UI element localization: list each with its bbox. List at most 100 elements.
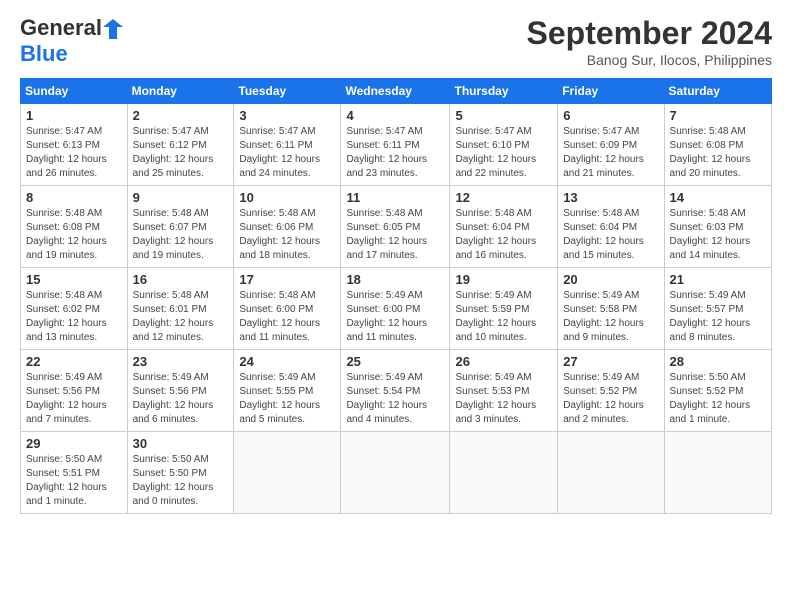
calendar-cell-5: 5 Sunrise: 5:47 AMSunset: 6:10 PMDaylight… [450, 104, 558, 186]
calendar-cell: 21 Sunrise: 5:49 AMSunset: 5:57 PMDayligh… [664, 268, 771, 350]
day-info: Sunrise: 5:48 AMSunset: 6:04 PMDaylight:… [563, 208, 644, 261]
day-number: 18 [346, 272, 444, 287]
day-info: Sunrise: 5:48 AMSunset: 6:06 PMDaylight:… [239, 208, 320, 261]
calendar-cell-4: 4 Sunrise: 5:47 AMSunset: 6:11 PMDaylight… [341, 104, 450, 186]
calendar-row-1: 1Sunrise: 5:47 AMSunset: 6:13 PMDaylight… [21, 104, 772, 186]
calendar-body: 1Sunrise: 5:47 AMSunset: 6:13 PMDaylight… [21, 104, 772, 514]
calendar-cell: 14Sunrise: 5:48 AMSunset: 6:03 PMDayligh… [664, 186, 771, 268]
calendar-cell: 27 Sunrise: 5:49 AMSunset: 5:52 PMDayligh… [558, 350, 664, 432]
day-info: Sunrise: 5:48 AMSunset: 6:08 PMDaylight:… [26, 208, 107, 261]
col-saturday: Saturday [664, 79, 771, 104]
calendar-cell [558, 432, 664, 514]
day-info: Sunrise: 5:48 AMSunset: 6:08 PMDaylight:… [670, 126, 751, 179]
col-sunday: Sunday [21, 79, 128, 104]
calendar-cell [664, 432, 771, 514]
calendar-cell: 24 Sunrise: 5:49 AMSunset: 5:55 PMDayligh… [234, 350, 341, 432]
calendar-cell-1: 1Sunrise: 5:47 AMSunset: 6:13 PMDaylight… [21, 104, 128, 186]
calendar-cell [234, 432, 341, 514]
calendar-cell: 8Sunrise: 5:48 AMSunset: 6:08 PMDaylight… [21, 186, 128, 268]
calendar-cell: 10 Sunrise: 5:48 AMSunset: 6:06 PMDayligh… [234, 186, 341, 268]
col-monday: Monday [127, 79, 234, 104]
day-info: Sunrise: 5:47 AMSunset: 6:10 PMDaylight:… [455, 126, 536, 179]
calendar-cell: 17 Sunrise: 5:48 AMSunset: 6:00 PMDayligh… [234, 268, 341, 350]
day-number: 9 [133, 190, 229, 205]
day-number: 22 [26, 354, 122, 369]
calendar-header-row: Sunday Monday Tuesday Wednesday Thursday… [21, 79, 772, 104]
calendar-cell-7: 7 Sunrise: 5:48 AMSunset: 6:08 PMDaylight… [664, 104, 771, 186]
col-thursday: Thursday [450, 79, 558, 104]
title-section: September 2024 Banog Sur, Ilocos, Philip… [527, 15, 772, 68]
calendar-cell: 26Sunrise: 5:49 AMSunset: 5:53 PMDayligh… [450, 350, 558, 432]
calendar-cell: 29Sunrise: 5:50 AMSunset: 5:51 PMDayligh… [21, 432, 128, 514]
day-info: Sunrise: 5:48 AMSunset: 6:00 PMDaylight:… [239, 290, 320, 343]
calendar-cell: 19 Sunrise: 5:49 AMSunset: 5:59 PMDayligh… [450, 268, 558, 350]
logo-bird-icon [103, 17, 123, 41]
day-number: 6 [563, 108, 658, 123]
calendar-cell: 25 Sunrise: 5:49 AMSunset: 5:54 PMDayligh… [341, 350, 450, 432]
calendar-cell: 20Sunrise: 5:49 AMSunset: 5:58 PMDayligh… [558, 268, 664, 350]
day-number: 17 [239, 272, 335, 287]
calendar-cell: 22 Sunrise: 5:49 AMSunset: 5:56 PMDayligh… [21, 350, 128, 432]
day-number: 28 [670, 354, 766, 369]
logo: General Blue [20, 15, 124, 66]
day-info: Sunrise: 5:49 AMSunset: 5:59 PMDaylight:… [455, 290, 536, 343]
day-number: 5 [455, 108, 552, 123]
day-info: Sunrise: 5:49 AMSunset: 5:54 PMDaylight:… [346, 372, 427, 425]
day-number: 24 [239, 354, 335, 369]
day-info: Sunrise: 5:49 AMSunset: 5:56 PMDaylight:… [26, 372, 107, 425]
day-number: 14 [670, 190, 766, 205]
calendar-table: Sunday Monday Tuesday Wednesday Thursday… [20, 78, 772, 514]
calendar-cell: 9 Sunrise: 5:48 AMSunset: 6:07 PMDaylight… [127, 186, 234, 268]
day-info: Sunrise: 5:49 AMSunset: 6:00 PMDaylight:… [346, 290, 427, 343]
calendar-cell: 30Sunrise: 5:50 AMSunset: 5:50 PMDayligh… [127, 432, 234, 514]
day-info: Sunrise: 5:47 AMSunset: 6:09 PMDaylight:… [563, 126, 644, 179]
day-number: 27 [563, 354, 658, 369]
day-info: Sunrise: 5:48 AMSunset: 6:07 PMDaylight:… [133, 208, 214, 261]
day-number: 13 [563, 190, 658, 205]
calendar-row-2: 8Sunrise: 5:48 AMSunset: 6:08 PMDaylight… [21, 186, 772, 268]
day-info: Sunrise: 5:49 AMSunset: 5:57 PMDaylight:… [670, 290, 751, 343]
day-info: Sunrise: 5:50 AMSunset: 5:50 PMDaylight:… [133, 454, 214, 507]
calendar-cell: 23Sunrise: 5:49 AMSunset: 5:56 PMDayligh… [127, 350, 234, 432]
day-number: 15 [26, 272, 122, 287]
day-info: Sunrise: 5:47 AMSunset: 6:11 PMDaylight:… [346, 126, 427, 179]
calendar-row-4: 22 Sunrise: 5:49 AMSunset: 5:56 PMDayligh… [21, 350, 772, 432]
day-info: Sunrise: 5:48 AMSunset: 6:01 PMDaylight:… [133, 290, 214, 343]
day-number: 29 [26, 436, 122, 451]
day-info: Sunrise: 5:48 AMSunset: 6:04 PMDaylight:… [455, 208, 536, 261]
calendar-row-5: 29Sunrise: 5:50 AMSunset: 5:51 PMDayligh… [21, 432, 772, 514]
day-number: 19 [455, 272, 552, 287]
day-info: Sunrise: 5:49 AMSunset: 5:53 PMDaylight:… [455, 372, 536, 425]
header: General Blue September 2024 Banog Sur, I… [20, 15, 772, 68]
calendar-cell: 18 Sunrise: 5:49 AMSunset: 6:00 PMDayligh… [341, 268, 450, 350]
day-info: Sunrise: 5:47 AMSunset: 6:11 PMDaylight:… [239, 126, 320, 179]
day-info: Sunrise: 5:49 AMSunset: 5:56 PMDaylight:… [133, 372, 214, 425]
day-number: 25 [346, 354, 444, 369]
day-info: Sunrise: 5:48 AMSunset: 6:02 PMDaylight:… [26, 290, 107, 343]
day-info: Sunrise: 5:48 AMSunset: 6:05 PMDaylight:… [346, 208, 427, 261]
day-number: 3 [239, 108, 335, 123]
day-number: 10 [239, 190, 335, 205]
calendar-cell: 28 Sunrise: 5:50 AMSunset: 5:52 PMDayligh… [664, 350, 771, 432]
day-number: 21 [670, 272, 766, 287]
calendar-cell: 16Sunrise: 5:48 AMSunset: 6:01 PMDayligh… [127, 268, 234, 350]
day-info: Sunrise: 5:49 AMSunset: 5:58 PMDaylight:… [563, 290, 644, 343]
calendar-cell: 12Sunrise: 5:48 AMSunset: 6:04 PMDayligh… [450, 186, 558, 268]
day-number: 2 [133, 108, 229, 123]
day-info: Sunrise: 5:49 AMSunset: 5:55 PMDaylight:… [239, 372, 320, 425]
day-number: 7 [670, 108, 766, 123]
page: General Blue September 2024 Banog Sur, I… [0, 0, 792, 612]
calendar-row-3: 15 Sunrise: 5:48 AMSunset: 6:02 PMDayligh… [21, 268, 772, 350]
day-info: Sunrise: 5:47 AMSunset: 6:12 PMDaylight:… [133, 126, 214, 179]
day-number: 11 [346, 190, 444, 205]
col-friday: Friday [558, 79, 664, 104]
day-info: Sunrise: 5:49 AMSunset: 5:52 PMDaylight:… [563, 372, 644, 425]
calendar-cell-3: 3 Sunrise: 5:47 AMSunset: 6:11 PMDaylight… [234, 104, 341, 186]
calendar-cell [341, 432, 450, 514]
location: Banog Sur, Ilocos, Philippines [527, 52, 772, 68]
day-info: Sunrise: 5:50 AMSunset: 5:52 PMDaylight:… [670, 372, 751, 425]
calendar-cell: 13 Sunrise: 5:48 AMSunset: 6:04 PMDayligh… [558, 186, 664, 268]
day-number: 4 [346, 108, 444, 123]
calendar-cell-6: 6 Sunrise: 5:47 AMSunset: 6:09 PMDaylight… [558, 104, 664, 186]
calendar-cell: 15 Sunrise: 5:48 AMSunset: 6:02 PMDayligh… [21, 268, 128, 350]
